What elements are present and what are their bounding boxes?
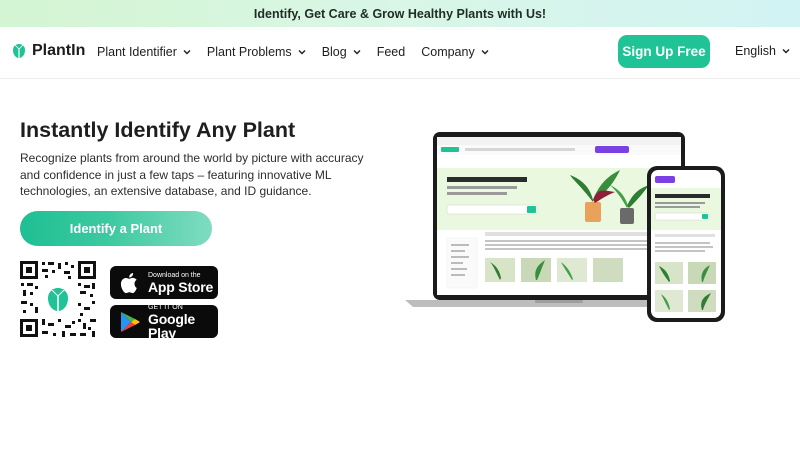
chevron-down-icon — [782, 49, 790, 54]
nav-plant-problems-label: Plant Problems — [206, 45, 292, 59]
app-store-small-text: Download on the — [148, 271, 201, 279]
qr-code — [20, 261, 96, 337]
language-label: English — [735, 44, 776, 58]
google-play-big-text: Google Play — [148, 310, 196, 341]
nav-blog-label: Blog — [321, 45, 347, 59]
sign-up-label: Sign Up Free — [622, 44, 706, 59]
sign-up-button[interactable]: Sign Up Free — [618, 35, 710, 68]
app-store-button[interactable]: Download on the App Store — [110, 266, 218, 299]
identify-plant-button[interactable]: Identify a Plant — [20, 211, 212, 246]
google-play-button[interactable]: GET IT ON Google Play — [110, 303, 218, 341]
top-navigation: PlantIn Plant Identifier Plant Problems … — [0, 27, 800, 79]
app-store-big-text: App Store — [148, 278, 214, 295]
device-mockup-image — [405, 132, 725, 322]
nav-plant-problems[interactable]: Plant Problems — [207, 45, 306, 59]
google-play-icon — [121, 311, 140, 332]
nav-company[interactable]: Company — [421, 45, 489, 59]
chevron-down-icon — [481, 50, 489, 55]
promo-banner-text: Identify, Get Care & Grow Healthy Plants… — [253, 6, 547, 21]
nav-blog[interactable]: Blog — [322, 45, 361, 59]
apple-icon — [120, 272, 137, 293]
nav-company-label: Company — [421, 45, 475, 59]
nav-feed[interactable]: Feed — [377, 45, 406, 59]
language-selector[interactable]: English — [735, 44, 790, 58]
hero-description: Recognize plants from around the world b… — [20, 151, 364, 198]
nav-plant-identifier[interactable]: Plant Identifier — [97, 45, 191, 59]
main-menu: Plant Identifier Plant Problems Blog Fee… — [97, 45, 505, 59]
plantin-logo-icon — [13, 44, 25, 58]
identify-plant-label: Identify a Plant — [69, 221, 163, 236]
nav-feed-label: Feed — [376, 45, 406, 59]
nav-plant-identifier-label: Plant Identifier — [97, 45, 177, 59]
google-play-small-text: GET IT ON — [148, 303, 183, 311]
plantin-logo[interactable]: PlantIn — [12, 42, 85, 60]
hero-title: Instantly Identify Any Plant — [20, 118, 296, 142]
promo-banner: Identify, Get Care & Grow Healthy Plants… — [0, 0, 800, 27]
chevron-down-icon — [353, 50, 361, 55]
chevron-down-icon — [183, 50, 191, 55]
chevron-down-icon — [298, 50, 306, 55]
logo-text: PlantIn — [32, 42, 86, 59]
